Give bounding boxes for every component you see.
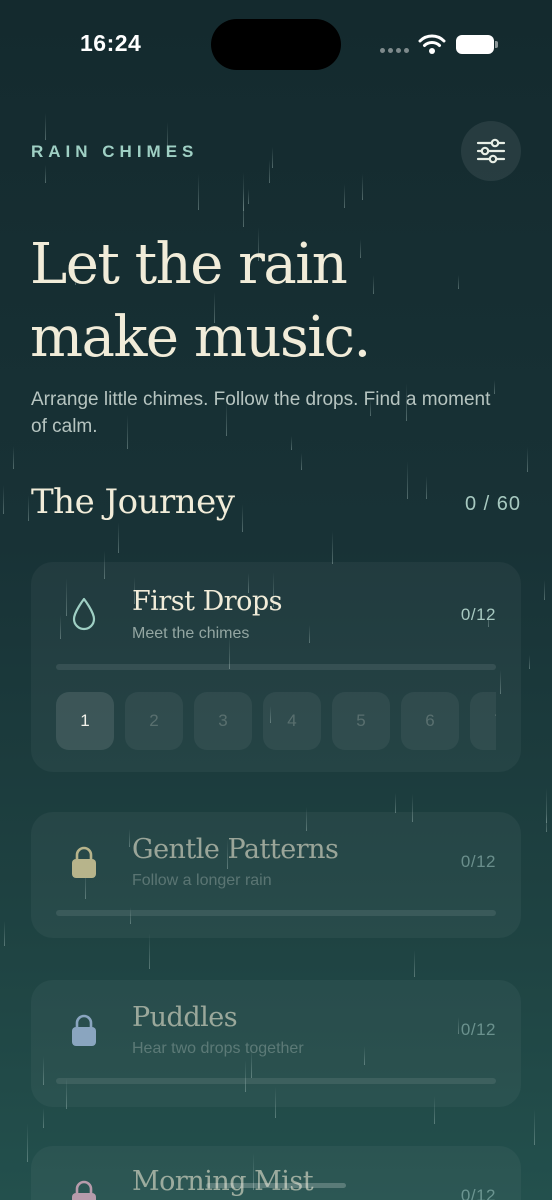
hero-title-line-2: make music.	[30, 305, 371, 370]
level-button-3[interactable]: 3	[194, 692, 252, 750]
sliders-icon	[476, 138, 506, 164]
lock-icon	[72, 1014, 96, 1046]
chapter-card-puddles[interactable]: Puddles Hear two drops together 0/12	[31, 980, 521, 1107]
chapter-title: Morning Mist	[132, 1166, 314, 1197]
lock-icon	[72, 1180, 96, 1200]
chapter-count: 0/12	[460, 605, 496, 624]
level-list: 1234567	[56, 692, 496, 750]
chapter-count: 0/12	[460, 1186, 496, 1200]
cellular-signal-icon	[380, 48, 409, 53]
lock-icon	[72, 846, 96, 878]
chapter-card-morning-mist[interactable]: Morning Mist 0/12	[31, 1146, 521, 1200]
journey-title: The Journey	[31, 482, 235, 522]
level-button-4[interactable]: 4	[263, 692, 321, 750]
hero-title: Let the rain make music.	[30, 228, 490, 374]
status-bar: 16:24	[0, 0, 552, 90]
chapter-subtitle: Follow a longer rain	[132, 872, 272, 889]
chapter-subtitle: Hear two drops together	[132, 1040, 304, 1057]
chapter-card-first-drops[interactable]: First Drops Meet the chimes 0/12 1234567	[31, 562, 521, 772]
settings-button[interactable]	[461, 121, 521, 181]
chapter-progress-bar	[56, 664, 496, 670]
chapter-subtitle: Meet the chimes	[132, 625, 250, 642]
journey-progress: 0 / 60	[464, 493, 521, 515]
level-button-6[interactable]: 6	[401, 692, 459, 750]
level-button-7[interactable]: 7	[470, 692, 496, 750]
home-indicator	[206, 1183, 346, 1188]
chapter-progress-bar	[56, 1078, 496, 1084]
level-button-1[interactable]: 1	[56, 692, 114, 750]
chapter-count: 0/12	[460, 852, 496, 871]
dynamic-island	[211, 19, 341, 70]
chapter-title: First Drops	[132, 586, 283, 617]
water-drop-icon	[72, 597, 96, 631]
level-button-5[interactable]: 5	[332, 692, 390, 750]
chapter-title: Puddles	[132, 1002, 238, 1033]
chapter-progress-bar	[56, 910, 496, 916]
app-brand: RAIN CHIMES	[31, 142, 199, 161]
level-button-2[interactable]: 2	[125, 692, 183, 750]
chapter-card-gentle-patterns[interactable]: Gentle Patterns Follow a longer rain 0/1…	[31, 812, 521, 938]
battery-icon	[456, 35, 498, 54]
wifi-icon	[418, 34, 446, 54]
hero-title-line-1: Let the rain	[30, 232, 348, 297]
chapter-count: 0/12	[460, 1020, 496, 1039]
chapter-title: Gentle Patterns	[132, 834, 339, 865]
level-selector: 1234567	[56, 692, 496, 750]
hero-subtitle: Arrange little chimes. Follow the drops.…	[31, 389, 491, 437]
status-time: 16:24	[80, 30, 142, 56]
